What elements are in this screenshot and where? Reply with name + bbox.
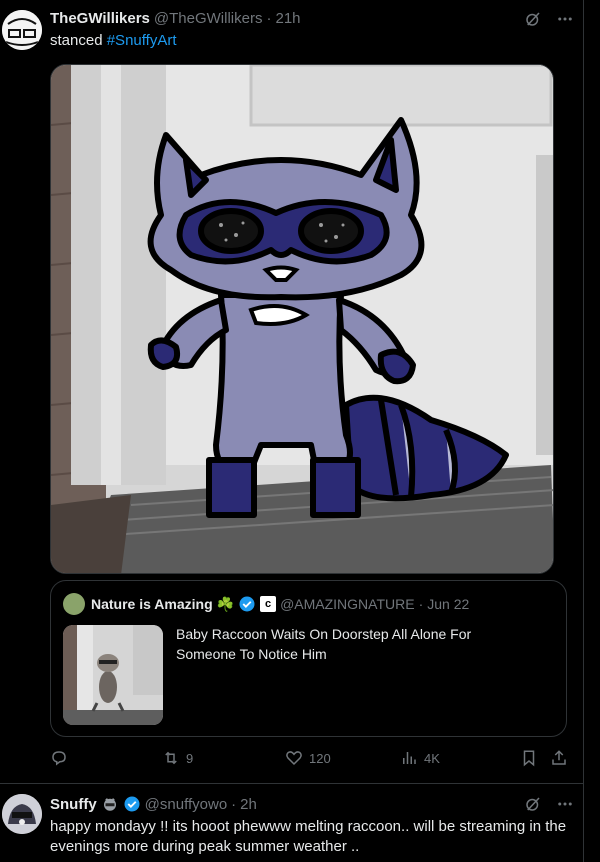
timeline-border bbox=[583, 0, 584, 862]
grok-icon[interactable] bbox=[524, 795, 542, 813]
retweet-button[interactable]: 9 bbox=[162, 749, 193, 767]
shamrock-emoji: ☘️ bbox=[216, 595, 235, 612]
like-button[interactable]: 120 bbox=[285, 749, 331, 767]
raccoon-photo-thumbnail bbox=[63, 625, 163, 725]
views-count: 4K bbox=[424, 750, 440, 766]
quoted-avatar[interactable] bbox=[63, 593, 85, 615]
grok-icon[interactable] bbox=[524, 10, 542, 28]
views-icon bbox=[403, 752, 416, 764]
share-button[interactable] bbox=[550, 749, 568, 767]
raccoon-emoji-icon bbox=[103, 798, 116, 811]
display-name[interactable]: TheGWillikers bbox=[50, 10, 150, 27]
tweet-top-actions bbox=[524, 10, 574, 28]
quoted-thumbnail[interactable] bbox=[63, 625, 163, 725]
username[interactable]: @snuffyowo bbox=[145, 796, 228, 813]
quoted-tweet-text: Baby Raccoon Waits On Doorstep All Alone… bbox=[176, 626, 472, 662]
bookmark-button[interactable] bbox=[520, 749, 538, 767]
views-button[interactable]: 4K bbox=[400, 749, 440, 767]
quoted-username[interactable]: @AMAZINGNATURE bbox=[280, 596, 415, 612]
username[interactable]: @TheGWillikers bbox=[154, 10, 263, 27]
tweet-snuffy[interactable]: Snuffy @snuffyowo · 2h happy mondayy !! … bbox=[0, 784, 583, 862]
timestamp[interactable]: 21h bbox=[275, 10, 300, 27]
avatar[interactable] bbox=[2, 794, 42, 834]
tweet-text-prefix: stanced bbox=[50, 32, 107, 49]
tweet-text: happy mondayy !! its hooot phewww meltin… bbox=[50, 818, 567, 855]
reply-icon bbox=[52, 751, 66, 766]
affiliate-badge[interactable]: c bbox=[260, 596, 277, 612]
separator-dot: · bbox=[231, 795, 237, 813]
tweet-media-image[interactable] bbox=[50, 64, 554, 574]
like-icon bbox=[286, 751, 302, 766]
raccoon-avatar-icon bbox=[2, 794, 42, 834]
tweet-header: Snuffy @snuffyowo · 2h bbox=[50, 795, 257, 813]
quoted-display-name[interactable]: Nature is Amazing bbox=[91, 596, 213, 612]
reply-button[interactable] bbox=[50, 749, 74, 767]
tweet-top-actions bbox=[524, 795, 574, 813]
like-count: 120 bbox=[309, 750, 331, 766]
avatar-doodle-icon bbox=[2, 10, 42, 50]
raccoon-doorstep-image bbox=[51, 65, 553, 573]
bookmark-icon bbox=[523, 750, 535, 767]
quoted-tweet-header: Nature is Amazing ☘️ c @AMAZINGNATURE · … bbox=[63, 593, 469, 615]
retweet-icon bbox=[165, 751, 177, 765]
display-name[interactable]: Snuffy bbox=[50, 796, 97, 813]
more-icon[interactable] bbox=[556, 795, 574, 813]
quoted-date[interactable]: Jun 22 bbox=[427, 596, 469, 612]
timestamp[interactable]: 2h bbox=[240, 796, 257, 813]
avatar[interactable] bbox=[2, 10, 42, 50]
hashtag-link[interactable]: #SnuffyArt bbox=[107, 32, 177, 49]
share-icon bbox=[552, 750, 566, 765]
verified-badge-icon bbox=[239, 596, 255, 612]
tweet-action-bar: 9 120 4K bbox=[50, 749, 570, 771]
tweet-thegwillikers[interactable]: TheGWillikers @TheGWillikers · 21h stanc… bbox=[0, 0, 583, 783]
separator-dot: · bbox=[418, 596, 424, 612]
separator-dot: · bbox=[266, 10, 272, 27]
quoted-tweet-card[interactable]: Nature is Amazing ☘️ c @AMAZINGNATURE · … bbox=[50, 580, 567, 737]
verified-badge-icon bbox=[124, 796, 140, 812]
more-icon[interactable] bbox=[556, 10, 574, 28]
tweet-text: stanced #SnuffyArt bbox=[50, 31, 176, 51]
retweet-count: 9 bbox=[186, 750, 194, 766]
tweet-header: TheGWillikers @TheGWillikers · 21h bbox=[50, 10, 301, 27]
